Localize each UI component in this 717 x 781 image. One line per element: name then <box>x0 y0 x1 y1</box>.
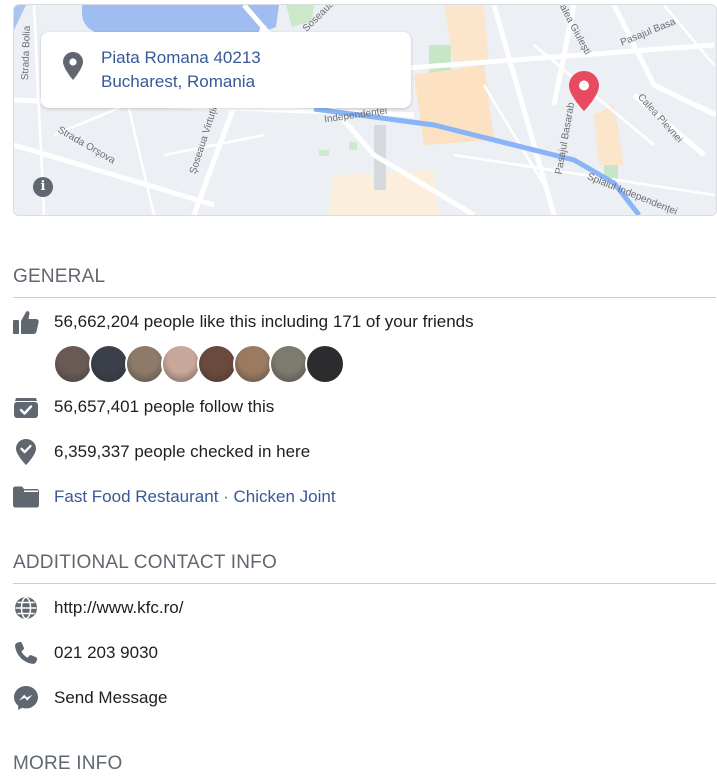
avatar[interactable] <box>197 344 237 384</box>
map-marker-icon[interactable] <box>569 71 599 111</box>
avatar[interactable] <box>89 344 129 384</box>
contact-section-title: ADDITIONAL CONTACT INFO <box>13 552 277 573</box>
follows-row: 56,657,401 people follow this <box>13 394 274 420</box>
street-label: Strada Bolia <box>20 25 33 81</box>
phone-number[interactable]: 021 203 9030 <box>54 643 158 663</box>
address-line-2: Bucharest, Romania <box>101 72 256 91</box>
section-divider <box>13 297 716 298</box>
checkins-row: 6,359,337 people checked in here <box>13 439 310 465</box>
address-card[interactable]: Piata Romana 40213 Bucharest, Romania <box>41 32 411 108</box>
section-divider <box>13 583 716 584</box>
location-pin-icon <box>63 52 83 80</box>
follows-text: 56,657,401 people follow this <box>54 397 275 416</box>
message-row: Send Message <box>13 685 167 711</box>
more-info-section-title: MORE INFO <box>13 753 123 774</box>
messenger-icon <box>13 685 39 711</box>
thumbs-up-icon <box>13 309 39 335</box>
category-link-fast-food[interactable]: Fast Food Restaurant <box>54 487 218 506</box>
website-link[interactable]: http://www.kfc.ro/ <box>54 598 183 618</box>
globe-icon <box>13 595 39 621</box>
category-separator: · <box>218 487 234 506</box>
follow-box-icon <box>13 394 39 420</box>
avatar[interactable] <box>305 344 345 384</box>
avatar[interactable] <box>125 344 165 384</box>
likes-row: 56,662,204 people like this including 17… <box>13 309 474 335</box>
avatar[interactable] <box>269 344 309 384</box>
map-info-icon[interactable]: i <box>33 177 53 197</box>
send-message-link[interactable]: Send Message <box>54 688 167 708</box>
likes-text: 56,662,204 people like this including 17… <box>54 312 474 331</box>
folder-icon <box>13 484 39 510</box>
avatar[interactable] <box>161 344 201 384</box>
address-text[interactable]: Piata Romana 40213 Bucharest, Romania <box>101 46 261 94</box>
location-check-icon <box>13 439 39 465</box>
website-row: http://www.kfc.ro/ <box>13 595 183 621</box>
address-line-1: Piata Romana 40213 <box>101 48 261 67</box>
category-row: Fast Food Restaurant · Chicken Joint <box>13 484 336 510</box>
phone-row: 021 203 9030 <box>13 640 158 666</box>
checkins-text: 6,359,337 people checked in here <box>54 442 311 461</box>
phone-icon <box>13 640 39 666</box>
general-section-title: GENERAL <box>13 266 106 287</box>
location-map[interactable]: Strada Bolia Strada Orșova Șoseaua Virtu… <box>13 4 717 216</box>
avatar[interactable] <box>53 344 93 384</box>
category-link-chicken-joint[interactable]: Chicken Joint <box>234 487 336 506</box>
avatar[interactable] <box>233 344 273 384</box>
